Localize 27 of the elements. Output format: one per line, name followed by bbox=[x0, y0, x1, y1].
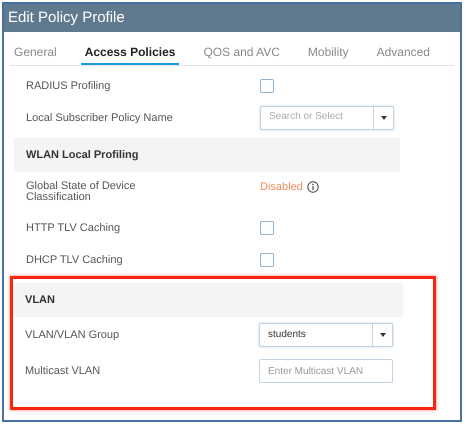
field-label: HTTP TLV Caching bbox=[26, 222, 122, 234]
tab[interactable]: QOS and AVC bbox=[199, 40, 284, 65]
status-text: Disabled bbox=[260, 180, 303, 195]
field-placeholder: Search or Select bbox=[268, 110, 344, 124]
field-label: Multicast VLAN bbox=[25, 366, 102, 376]
caret-icon bbox=[380, 116, 386, 120]
section-header: WLAN Local Profiling bbox=[14, 138, 400, 172]
info-icon[interactable] bbox=[306, 181, 319, 193]
checkbox[interactable] bbox=[260, 221, 274, 235]
input-field[interactable]: Enter Multicast VLAN bbox=[259, 359, 393, 383]
select-field[interactable]: Search or Select bbox=[260, 106, 394, 130]
tab[interactable]: Mobility bbox=[304, 40, 353, 65]
checkbox[interactable] bbox=[260, 79, 274, 93]
field-label: Local Subscriber Policy Name bbox=[26, 112, 174, 124]
caret-icon bbox=[380, 333, 386, 337]
checkbox[interactable] bbox=[260, 253, 274, 267]
select-field[interactable]: students bbox=[259, 323, 393, 347]
window-title: Edit Policy Profile bbox=[8, 8, 125, 28]
field-label: Global State of Device Classification bbox=[26, 181, 136, 203]
field-label: DHCP TLV Caching bbox=[26, 254, 124, 266]
field-value: students bbox=[267, 328, 307, 342]
tab[interactable]: General bbox=[10, 40, 61, 65]
field-label: VLAN/VLAN Group bbox=[25, 330, 120, 340]
field-label: RADIUS Profiling bbox=[26, 80, 112, 92]
tab[interactable]: Advanced bbox=[372, 40, 434, 65]
section-header: VLAN bbox=[13, 283, 403, 317]
tab[interactable]: Access Policies bbox=[80, 40, 180, 65]
